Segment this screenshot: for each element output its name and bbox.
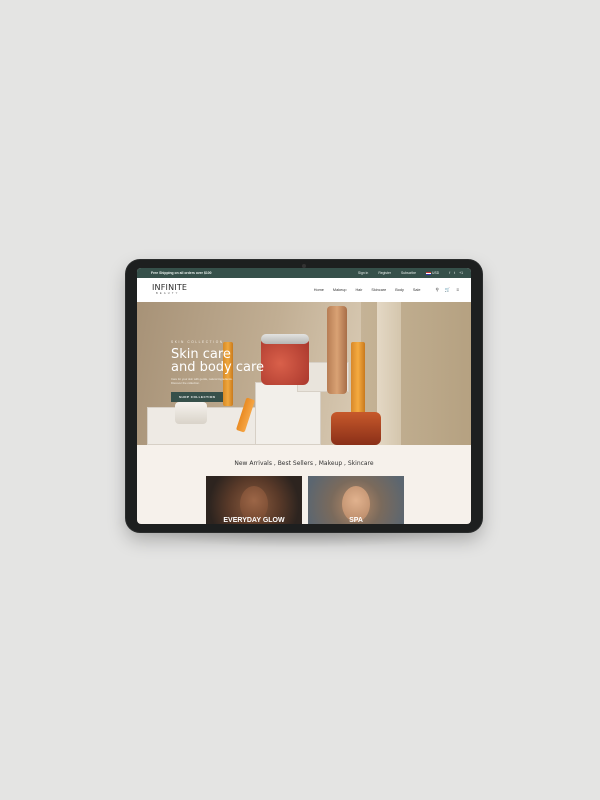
hero-subtitle: Care for your skin with gentle, natural … (171, 377, 233, 385)
site-header: INFINITE BEAUTY Home Makeup Hair Skincar… (137, 278, 471, 302)
product-jar (331, 412, 381, 445)
shop-collection-button[interactable]: SHOP COLLECTION (171, 392, 224, 403)
header-icons: ⚲ 🛒 ≡ (435, 287, 459, 293)
announcement-text: Free Shipping on all orders over $100 (151, 271, 212, 275)
search-icon[interactable]: ⚲ (435, 287, 438, 293)
nav-item-hair[interactable]: Hair (355, 288, 362, 292)
twitter-icon[interactable]: t (454, 271, 455, 275)
hero-content: SKIN COLLECTION Skin care and body care … (171, 340, 264, 403)
logo[interactable]: INFINITE BEAUTY (152, 284, 187, 296)
logo-subtext: BEAUTY (156, 292, 180, 296)
cream-jar (175, 402, 207, 424)
social-links: f t +1 (449, 271, 463, 275)
facebook-icon[interactable]: f (449, 271, 450, 275)
topbar-links: Sign in Register Subscribe USD f t +1 (358, 271, 463, 275)
nav-item-sale[interactable]: Sale (413, 288, 421, 292)
logo-text: INFINITE (152, 283, 188, 293)
category-tiles: EVERYDAY GLOW SPA (206, 476, 404, 524)
google-plus-icon[interactable]: +1 (459, 271, 463, 275)
sign-in-link[interactable]: Sign in (358, 271, 368, 275)
main-nav: Home Makeup Hair Skincare Body Sale ⚲ 🛒 … (314, 287, 459, 293)
nav-item-skincare[interactable]: Skincare (371, 288, 386, 292)
nav-item-makeup[interactable]: Makeup (333, 288, 347, 292)
category-tile-label: EVERYDAY GLOW (223, 517, 285, 524)
hero-title-line-2: and body care (171, 360, 265, 375)
hero-title: Skin care and body care (171, 348, 264, 374)
nav-item-body[interactable]: Body (395, 288, 404, 292)
tablet-screen: Free Shipping on all orders over $100 Si… (137, 268, 471, 524)
hero-eyebrow: SKIN COLLECTION (171, 340, 224, 344)
subscribe-link[interactable]: Subscribe (401, 271, 416, 275)
us-flag-icon (426, 271, 432, 275)
category-tile-label: SPA (349, 517, 363, 524)
menu-icon[interactable]: ≡ (456, 287, 459, 293)
category-tile[interactable]: EVERYDAY GLOW (206, 476, 302, 524)
product-bottle (351, 342, 365, 418)
hero-banner: SKIN COLLECTION Skin care and body care … (137, 302, 471, 445)
product-plinth (147, 407, 271, 445)
product-bottle (327, 306, 347, 394)
product-jar (261, 337, 309, 385)
cart-icon[interactable]: 🛒 (445, 287, 451, 293)
register-link[interactable]: Register (378, 271, 391, 275)
nav-item-home[interactable]: Home (314, 288, 324, 292)
announcement-bar: Free Shipping on all orders over $100 Si… (137, 268, 471, 278)
jar-lid (261, 334, 309, 344)
category-tile[interactable]: SPA (308, 476, 404, 524)
currency-selector[interactable]: USD (426, 271, 439, 275)
category-links[interactable]: New Arrivals , Best Sellers , Makeup , S… (137, 460, 471, 467)
tablet-device: Free Shipping on all orders over $100 Si… (126, 260, 482, 532)
